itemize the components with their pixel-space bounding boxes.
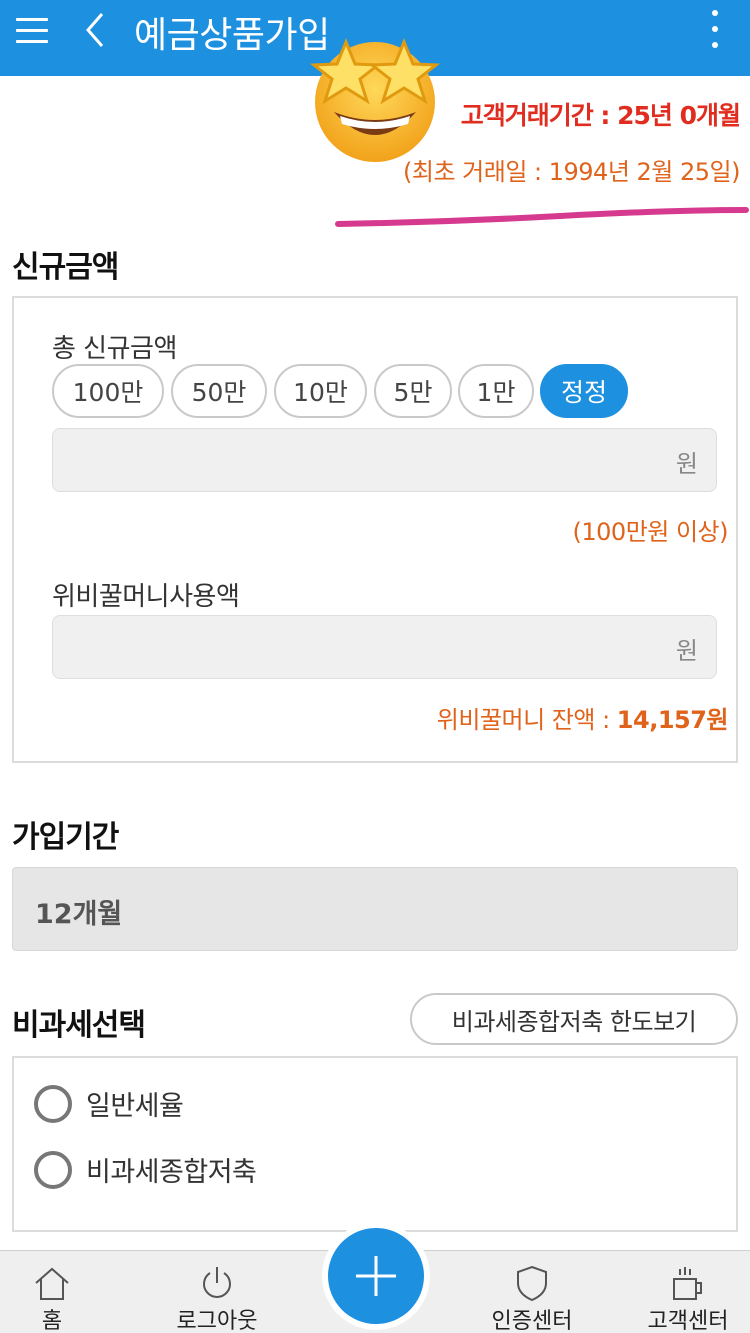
nav-label: 고객센터 — [647, 1309, 729, 1333]
nav-logout[interactable]: 로그아웃 — [157, 1251, 277, 1333]
chip-50man[interactable]: 50만 — [171, 364, 267, 418]
honey-money-label: 위비꿀머니사용액 — [52, 582, 240, 612]
nav-label: 인증센터 — [491, 1309, 573, 1333]
nav-customer-center[interactable]: 고객센터 — [628, 1251, 748, 1333]
nav-auth-center[interactable]: 인증센터 — [472, 1251, 592, 1333]
plus-button[interactable] — [328, 1228, 424, 1324]
nav-label: 로그아웃 — [176, 1309, 258, 1333]
currency-unit: 원 — [675, 637, 698, 665]
chip-10man[interactable]: 10만 — [274, 364, 367, 418]
currency-unit: 원 — [675, 450, 698, 478]
chip-5man[interactable]: 5만 — [374, 364, 452, 418]
minimum-amount-note: (100만원 이상) — [572, 518, 729, 546]
total-amount-input[interactable]: 원 — [52, 428, 717, 492]
balance-label: 위비꿀머니 잔액 : — [436, 706, 617, 734]
honey-money-input[interactable]: 원 — [52, 615, 717, 679]
pink-underline — [335, 207, 749, 227]
kebab-menu-icon[interactable] — [708, 10, 722, 52]
nav-label: 홈 — [41, 1309, 63, 1333]
hamburger-icon[interactable] — [16, 14, 50, 48]
star-struck-emoji — [306, 28, 444, 166]
period-select[interactable]: 12개월 — [12, 867, 738, 951]
section-title-tax: 비과세선택 — [12, 1008, 146, 1043]
customer-tenure: 고객거래기간 : 25년 0개월 — [460, 101, 741, 130]
radio-general-tax[interactable]: 일반세율 — [34, 1084, 184, 1123]
period-value: 12개월 — [35, 899, 123, 930]
tax-options-box — [12, 1056, 738, 1232]
radio-label: 일반세율 — [86, 1091, 184, 1122]
cup-icon — [673, 1267, 702, 1300]
tax-limit-button[interactable]: 비과세종합저축 한도보기 — [410, 993, 738, 1045]
section-title-new-amount: 신규금액 — [12, 250, 119, 285]
home-icon — [35, 1267, 69, 1300]
power-icon — [203, 1267, 231, 1298]
page-title: 예금상품가입 — [134, 15, 330, 56]
plus-icon — [356, 1256, 396, 1296]
radio-button[interactable] — [34, 1084, 72, 1123]
balance-value: 14,157원 — [616, 706, 729, 734]
honey-money-balance: 위비꿀머니 잔액 : 14,157원 — [436, 700, 729, 735]
chip-100man[interactable]: 100만 — [52, 364, 164, 418]
chip-1man[interactable]: 1만 — [458, 364, 534, 418]
shield-icon — [517, 1265, 547, 1302]
section-title-period: 가입기간 — [12, 820, 119, 855]
first-transaction-date: (최초 거래일 : 1994년 2월 25일) — [403, 158, 740, 186]
radio-tax-free-savings[interactable]: 비과세종합저축 — [34, 1150, 257, 1189]
correct-button[interactable]: 정정 — [540, 364, 628, 418]
nav-home[interactable]: 홈 — [0, 1251, 112, 1333]
radio-label: 비과세종합저축 — [86, 1157, 257, 1188]
chevron-left-icon[interactable] — [80, 10, 114, 50]
radio-button[interactable] — [34, 1150, 72, 1189]
total-amount-label: 총 신규금액 — [52, 334, 177, 364]
